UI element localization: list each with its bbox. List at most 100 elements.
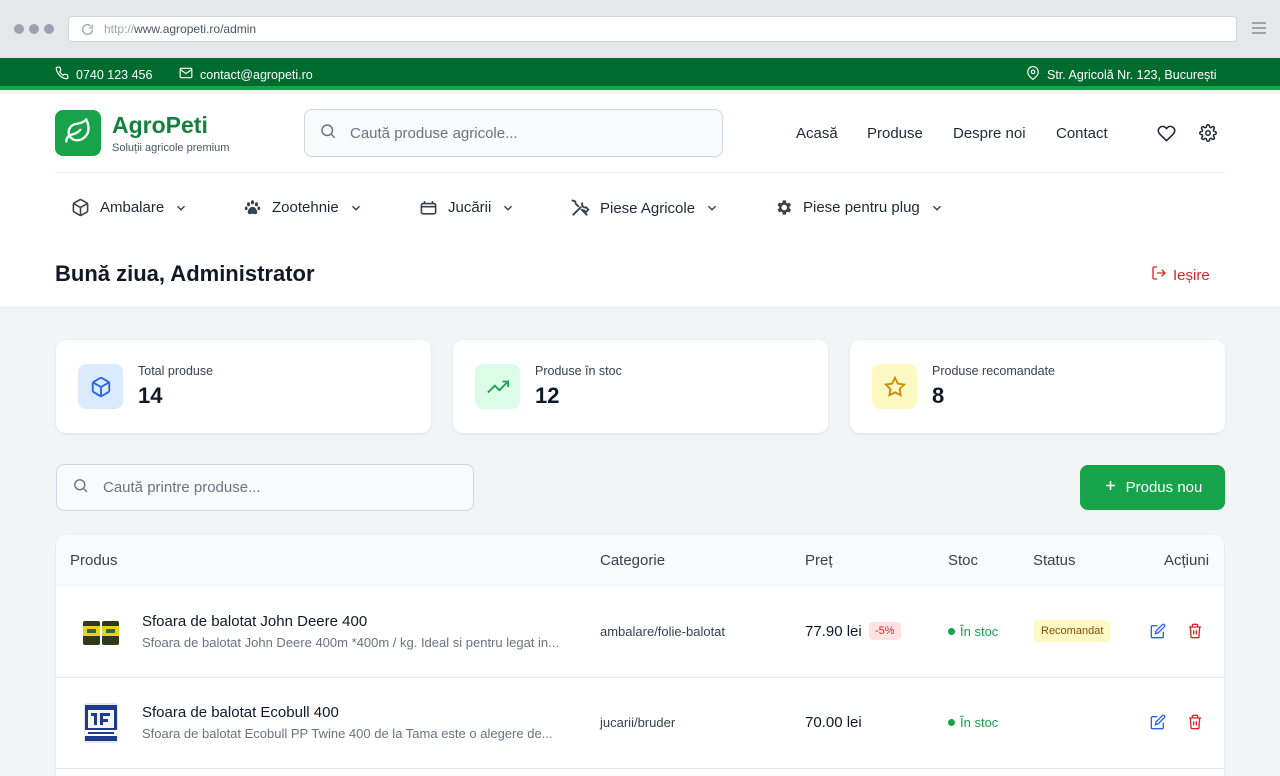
col-category[interactable]: Categorie [600,552,665,569]
logo[interactable] [55,110,101,156]
search-icon [72,477,89,499]
product-name[interactable]: Sfoara de balotat Ecobull 400 [142,704,339,721]
edit-icon[interactable] [1150,623,1166,639]
product-price: 77.90 lei [805,623,862,640]
header-search-placeholder: Caută produse agricole... [350,124,518,142]
edit-icon[interactable] [1150,714,1166,730]
map-pin-icon [1026,66,1040,83]
phone-icon [55,66,69,83]
stat-card-in-stock: Produse în stoc 12 [453,340,828,433]
page-title: Bună ziua, Administrator [55,261,315,286]
url-host: www.agropeti.ro/admin [134,22,257,36]
stat-label: Total produse [138,364,214,378]
col-status[interactable]: Status [1033,552,1076,569]
category-zootehnie[interactable]: Zootehnie [243,198,363,217]
plus-icon [1103,478,1118,497]
contact-topbar: 0740 123 456 contact@agropeti.ro Str. Ag… [0,58,1280,90]
product-category: ambalare/folie-balotat [600,624,726,639]
category-piese-plug[interactable]: Piese pentru plug [774,198,944,217]
heart-icon[interactable] [1157,124,1176,148]
chevron-down-icon [349,201,363,215]
stat-card-total: Total produse 14 [56,340,431,433]
product-search-placeholder: Caută printre produse... [103,479,261,496]
category-label: Piese Agricole [600,199,696,217]
logout-button[interactable]: Ieșire [1151,265,1210,285]
col-price[interactable]: Preț [805,552,833,569]
status-dot [948,719,955,726]
chevron-down-icon [930,201,944,215]
logout-label: Ieșire [1173,266,1210,284]
window-controls [14,24,54,34]
mail-icon [179,66,193,83]
nav-home[interactable]: Acasă [796,125,838,142]
stock-label: În stoc [960,624,999,639]
product-price: 70.00 lei [805,714,862,731]
category-piese-agricole[interactable]: Piese Agricole [570,198,719,218]
table-row[interactable]: Sfoara de balotat John Deere 400 Sfoara … [56,587,1224,678]
search-icon [319,122,337,145]
category-label: Zootehnie [272,199,339,216]
product-thumbnail [79,701,123,745]
trash-icon[interactable] [1187,623,1203,639]
product-category: jucarii/bruder [600,715,676,730]
settings-icon[interactable] [1199,124,1217,147]
col-stock[interactable]: Stoc [948,552,978,569]
gear-icon [774,198,793,217]
box-icon [71,198,90,217]
chevron-down-icon [501,201,515,215]
address-text: Str. Agricolă Nr. 123, București [1047,67,1217,82]
stat-label: Produse în stoc [535,364,622,378]
status-dot [948,628,955,635]
topbar-phone[interactable]: 0740 123 456 [55,66,152,83]
category-ambalare[interactable]: Ambalare [71,198,188,217]
stat-value: 12 [535,383,560,408]
header-search-input[interactable]: Caută produse agricole... [304,109,723,157]
category-label: Ambalare [100,199,165,216]
browser-menu-icon[interactable] [1252,22,1266,37]
product-name[interactable]: Sfoara de balotat John Deere 400 [142,613,367,630]
brand-tagline: Soluții agricole premium [112,142,230,154]
products-table: Produs Categorie Preț Stoc Status Acțiun… [56,535,1224,776]
trending-up-icon [475,364,520,409]
browser-chrome: http://www.agropeti.ro/admin [0,0,1280,58]
logout-icon [1151,265,1167,285]
product-search-input[interactable]: Caută printre produse... [56,464,474,511]
stock-status: În stoc [948,715,998,730]
email-text: contact@agropeti.ro [200,67,313,82]
trash-icon[interactable] [1187,714,1203,730]
category-label: Piese pentru plug [803,199,920,216]
col-actions: Acțiuni [1164,552,1210,569]
chevron-down-icon [174,201,188,215]
leaf-icon [64,117,92,150]
topbar-email[interactable]: contact@agropeti.ro [179,66,313,83]
topbar-address: Str. Agricolă Nr. 123, București [1026,66,1217,83]
stock-label: În stoc [960,715,999,730]
discount-badge: -5% [869,622,901,640]
box-icon [78,364,123,409]
nav-contact[interactable]: Contact [1056,125,1108,142]
nav-about[interactable]: Despre noi [953,125,1026,142]
product-thumbnail [79,611,123,655]
reload-icon[interactable] [81,23,94,36]
stock-status: În stoc [948,624,998,639]
paw-icon [243,198,262,217]
stat-label: Produse recomandate [932,364,1055,378]
chevron-down-icon [705,201,719,215]
new-product-button[interactable]: Produs nou [1080,465,1225,510]
site-header: AgroPeti Soluții agricole premium Caută … [0,94,1280,308]
product-description: Sfoara de balotat John Deere 400m *400m … [142,635,559,650]
status-badge: Recomandat [1034,620,1111,642]
table-row[interactable]: Sfoara de balotat Ecobull 400 Sfoara de … [56,678,1224,769]
col-product[interactable]: Produs [70,552,118,569]
stat-value: 14 [138,383,163,408]
product-description: Sfoara de balotat Ecobull PP Twine 400 d… [142,726,553,741]
nav-products[interactable]: Produse [867,125,923,142]
category-jucarii[interactable]: Jucării [419,198,515,217]
stat-value: 8 [932,383,945,408]
address-bar[interactable]: http://www.agropeti.ro/admin [68,16,1237,42]
new-product-label: Produs nou [1125,479,1203,496]
brand-name[interactable]: AgroPeti [112,112,208,139]
url-protocol: http:// [104,22,135,36]
phone-text: 0740 123 456 [76,67,153,82]
toy-icon [419,198,438,217]
